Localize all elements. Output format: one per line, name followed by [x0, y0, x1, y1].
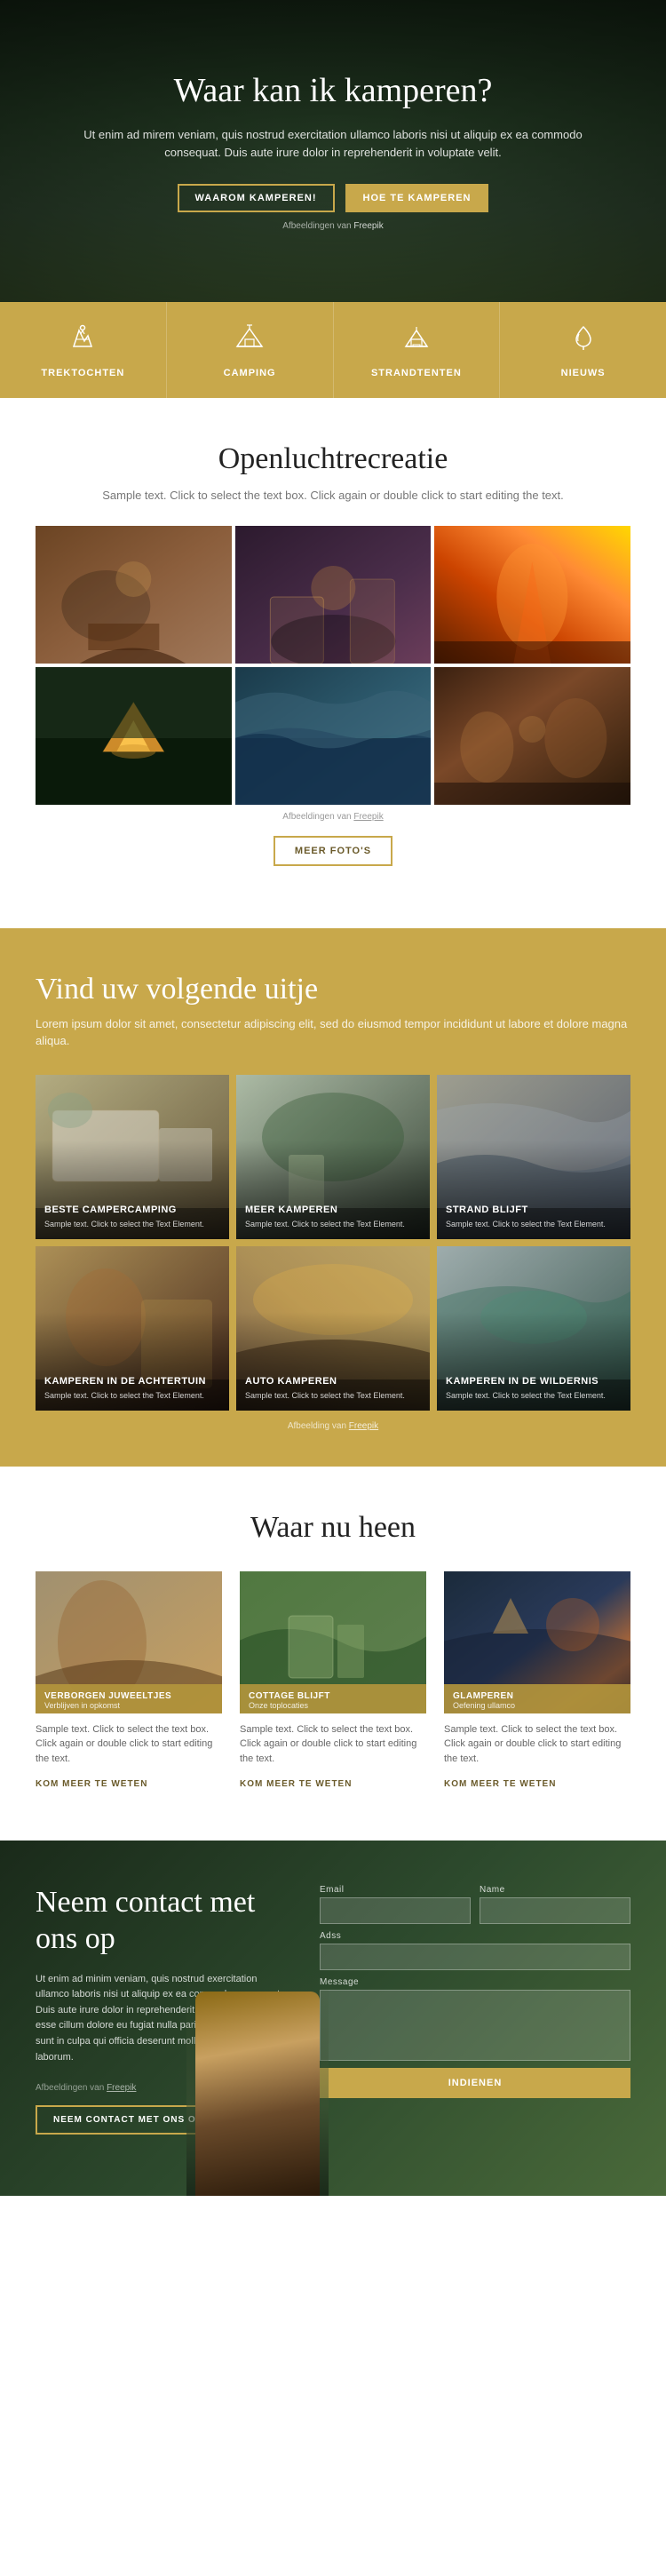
contact-form: Email Name Adss Message: [320, 1885, 630, 2135]
camp-label-2: STRAND BLIJFT Sample text. Click to sele…: [446, 1205, 622, 1230]
hero-credit: Afbeeldingen van Freepik: [71, 221, 595, 231]
camp-grid: BESTE CAMPERCAMPING Sample text. Click t…: [36, 1075, 630, 1411]
camp-label-1: MEER KAMPEREN Sample text. Click to sele…: [245, 1205, 421, 1230]
email-input[interactable]: [320, 1897, 471, 1924]
camp-label-3: KAMPEREN IN DE ACHTERTUIN Sample text. C…: [44, 1376, 220, 1402]
nav-camping[interactable]: CAMPING: [167, 302, 334, 398]
outdoor-photo-grid: [36, 526, 630, 805]
outdoor-title: Openluchtrecreatie: [36, 442, 630, 476]
outdoor-photo-5: [235, 667, 432, 805]
find-section: Vind uw volgende uitje Lorem ipsum dolor…: [0, 928, 666, 1467]
where-text-0: Sample text. Click to select the text bo…: [36, 1722, 222, 1767]
camp-label-0: BESTE CAMPERCAMPING Sample text. Click t…: [44, 1205, 220, 1230]
where-readmore-2[interactable]: KOM MEER TE WETEN: [444, 1779, 556, 1789]
hero-buttons: WAAROM KAMPEREN! HOE TE KAMPEREN: [71, 184, 595, 212]
outdoor-photo-3: [434, 526, 630, 664]
where-card-0[interactable]: VERBORGEN JUWEELTJES Verblijven in opkom…: [36, 1571, 222, 1792]
strandtenten-label: STRANDTENTEN: [371, 368, 462, 378]
outdoor-photo-1: [36, 526, 232, 664]
strandtenten-icon: [400, 322, 432, 361]
camp-card-4[interactable]: AUTO KAMPEREN Sample text. Click to sele…: [236, 1246, 430, 1411]
nav-icons-bar: TREKTOCHTEN CAMPING STRANDTENTEN: [0, 302, 666, 398]
message-group: Message: [320, 1977, 630, 2061]
name-label: Name: [480, 1885, 630, 1895]
camp-card-5[interactable]: KAMPEREN IN DE WILDERNIS Sample text. Cl…: [437, 1246, 630, 1411]
where-card-2[interactable]: GLAMPEREN Oefening ullamco Sample text. …: [444, 1571, 630, 1792]
where-text-2: Sample text. Click to select the text bo…: [444, 1722, 630, 1767]
camping-label: CAMPING: [224, 368, 276, 378]
form-row-address: Adss: [320, 1931, 630, 1970]
camp-card-0[interactable]: BESTE CAMPERCAMPING Sample text. Click t…: [36, 1075, 229, 1239]
submit-button[interactable]: INDIENEN: [320, 2068, 630, 2098]
address-input[interactable]: [320, 1944, 630, 1970]
email-group: Email: [320, 1885, 471, 1924]
outdoor-credit: Afbeeldingen van Freepik: [36, 812, 630, 822]
contact-person-image: [186, 1974, 329, 2196]
email-label: Email: [320, 1885, 471, 1895]
outdoor-photo-4: [36, 667, 232, 805]
where-img-1: COTTAGE BLIJFT Onze toplocaties: [240, 1571, 426, 1713]
find-title: Vind uw volgende uitje: [36, 973, 630, 1006]
outdoor-photo-6: [434, 667, 630, 805]
hero-section: Waar kan ik kamperen? Ut enim ad mirem v…: [0, 0, 666, 302]
where-text-1: Sample text. Click to select the text bo…: [240, 1722, 426, 1767]
outdoor-section: Openluchtrecreatie Sample text. Click to…: [0, 398, 666, 928]
nav-strandtenten[interactable]: STRANDTENTEN: [334, 302, 501, 398]
trektochten-label: TREKTOCHTEN: [41, 368, 124, 378]
trektochten-icon: [67, 322, 99, 361]
outdoor-subtitle: Sample text. Click to select the text bo…: [36, 487, 630, 505]
name-input[interactable]: [480, 1897, 630, 1924]
nav-trektochten[interactable]: TREKTOCHTEN: [0, 302, 167, 398]
camp-card-3[interactable]: KAMPEREN IN DE ACHTERTUIN Sample text. C…: [36, 1246, 229, 1411]
contact-section: Neem contact met ons op Ut enim ad minim…: [0, 1841, 666, 2196]
nav-nieuws[interactable]: NIEUWS: [500, 302, 666, 398]
where-title: Waar nu heen: [36, 1511, 630, 1545]
nieuws-label: NIEUWS: [561, 368, 606, 378]
where-img-0: VERBORGEN JUWEELTJES Verblijven in opkom…: [36, 1571, 222, 1713]
where-badge-1: COTTAGE BLIJFT Onze toplocaties: [240, 1684, 426, 1713]
where-img-2: GLAMPEREN Oefening ullamco: [444, 1571, 630, 1713]
camping-icon: [234, 322, 266, 361]
where-badge-2: GLAMPEREN Oefening ullamco: [444, 1684, 630, 1713]
where-section: Waar nu heen VERBORGEN JUWEELTJES Verbli…: [0, 1467, 666, 1841]
hero-description: Ut enim ad mirem veniam, quis nostrud ex…: [71, 126, 595, 163]
form-row-top: Email Name: [320, 1885, 630, 1924]
why-camping-button[interactable]: WAAROM KAMPEREN!: [178, 184, 335, 212]
name-group: Name: [480, 1885, 630, 1924]
camp-label-4: AUTO KAMPEREN Sample text. Click to sele…: [245, 1376, 421, 1402]
find-credit: Afbeelding van Freepik: [36, 1421, 630, 1431]
outdoor-photo-2: [235, 526, 432, 664]
nieuws-icon: [567, 322, 599, 361]
more-photos-button[interactable]: MEER FOTO'S: [274, 836, 392, 866]
hero-title: Waar kan ik kamperen?: [71, 71, 595, 112]
contact-title: Neem contact met ons op: [36, 1885, 284, 1958]
address-label: Adss: [320, 1931, 630, 1941]
where-card-1[interactable]: COTTAGE BLIJFT Onze toplocaties Sample t…: [240, 1571, 426, 1792]
camp-label-5: KAMPEREN IN DE WILDERNIS Sample text. Cl…: [446, 1376, 622, 1402]
camp-card-2[interactable]: STRAND BLIJFT Sample text. Click to sele…: [437, 1075, 630, 1239]
address-group: Adss: [320, 1931, 630, 1970]
where-grid: VERBORGEN JUWEELTJES Verblijven in opkom…: [36, 1571, 630, 1792]
where-readmore-1[interactable]: KOM MEER TE WETEN: [240, 1779, 352, 1789]
camp-card-1[interactable]: MEER KAMPEREN Sample text. Click to sele…: [236, 1075, 430, 1239]
message-label: Message: [320, 1977, 630, 1987]
form-row-message: Message: [320, 1977, 630, 2061]
where-readmore-0[interactable]: KOM MEER TE WETEN: [36, 1779, 147, 1789]
message-textarea[interactable]: [320, 1990, 630, 2061]
find-subtitle: Lorem ipsum dolor sit amet, consectetur …: [36, 1015, 630, 1050]
contact-inner: Neem contact met ons op Ut enim ad minim…: [36, 1885, 630, 2135]
where-badge-0: VERBORGEN JUWEELTJES Verblijven in opkom…: [36, 1684, 222, 1713]
how-to-camp-button[interactable]: HOE TE KAMPEREN: [345, 184, 489, 212]
